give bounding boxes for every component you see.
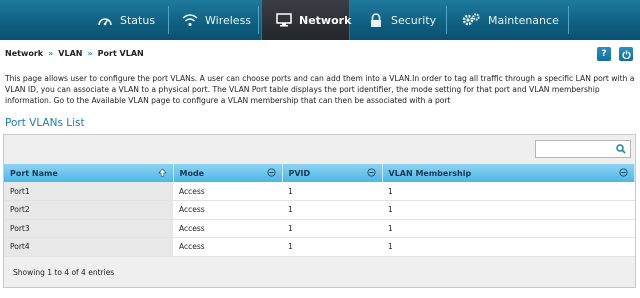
sort-icon (619, 168, 628, 177)
breadcrumb-vlan[interactable]: VLAN (58, 49, 82, 58)
cell-pvid: 1 (282, 237, 382, 257)
logout-button[interactable] (619, 47, 633, 61)
lock-icon (368, 12, 384, 28)
page-description: This page allows user to configure the p… (5, 74, 635, 105)
cell-vlan-membership: 1 (382, 219, 635, 238)
nav-status-label: Status (120, 13, 156, 27)
gears-icon (461, 12, 481, 28)
column-vlan-membership[interactable]: VLAN Membership (382, 164, 635, 182)
cell-mode: Access (173, 237, 282, 257)
nav-wireless[interactable]: Wireless (182, 0, 251, 40)
column-label: Mode (179, 168, 205, 178)
table-row[interactable]: Port2 Access 1 1 (4, 200, 635, 220)
cell-vlan-membership: 1 (382, 237, 635, 257)
section-title: Port VLANs List (5, 117, 85, 129)
cell-vlan-membership: 1 (382, 200, 635, 220)
nav-wireless-label: Wireless (205, 13, 252, 27)
port-vlan-panel: Port Name Mode PVID VLAN Membership Port… (3, 134, 636, 288)
cell-port-name: Port3 (4, 219, 173, 238)
cell-pvid: 1 (282, 182, 382, 201)
cell-vlan-membership: 1 (382, 182, 635, 201)
sort-icon (366, 168, 376, 177)
wifi-icon (182, 12, 198, 28)
breadcrumb-separator: » (48, 49, 54, 58)
port-vlan-table: Port Name Mode PVID VLAN Membership Port… (4, 164, 635, 257)
column-label: VLAN Membership (388, 168, 472, 178)
help-icon: ? (601, 49, 607, 59)
nav-network[interactable]: Network (261, 0, 352, 40)
table-row[interactable]: Port3 Access 1 1 (4, 219, 635, 238)
cell-port-name: Port4 (4, 237, 173, 257)
gauge-icon (97, 12, 113, 28)
search-icon[interactable] (616, 144, 626, 154)
cell-mode: Access (173, 182, 282, 201)
table-header-row: Port Name Mode PVID VLAN Membership (4, 164, 635, 182)
cell-port-name: Port2 (4, 200, 173, 220)
monitor-icon (276, 12, 292, 28)
breadcrumb: Network » VLAN » Port VLAN (5, 49, 144, 58)
column-label: Port Name (10, 168, 58, 178)
nav-network-label: Network (299, 13, 352, 27)
table-info: Showing 1 to 4 of 4 entries (13, 268, 115, 277)
cell-pvid: 1 (282, 200, 382, 220)
table-row[interactable]: Port4 Access 1 1 (4, 237, 635, 257)
cell-mode: Access (173, 200, 282, 220)
column-mode[interactable]: Mode (173, 164, 283, 182)
nav-maintenance-label: Maintenance (488, 13, 559, 27)
breadcrumb-network[interactable]: Network (5, 49, 43, 58)
nav-maintenance[interactable]: Maintenance (461, 0, 559, 40)
cell-mode: Access (173, 219, 282, 238)
nav-status[interactable]: Status (97, 0, 155, 40)
column-pvid[interactable]: PVID (282, 164, 383, 182)
cell-pvid: 1 (282, 219, 382, 238)
sort-up-icon (157, 168, 167, 177)
table-row[interactable]: Port1 Access 1 1 (4, 182, 635, 201)
top-navigation: Status Wireless Network Security Mainten… (0, 0, 640, 40)
help-button[interactable]: ? (597, 47, 611, 61)
nav-security-label: Security (391, 13, 437, 27)
search-input[interactable] (536, 141, 616, 157)
power-icon (621, 49, 631, 59)
nav-security[interactable]: Security (368, 0, 436, 40)
column-label: PVID (288, 168, 311, 178)
breadcrumb-separator: » (87, 49, 93, 58)
cell-port-name: Port1 (4, 182, 173, 201)
column-port-name[interactable]: Port Name (4, 164, 174, 182)
sort-icon (266, 168, 276, 177)
search-box (535, 140, 631, 158)
breadcrumb-port-vlan: Port VLAN (97, 49, 144, 58)
